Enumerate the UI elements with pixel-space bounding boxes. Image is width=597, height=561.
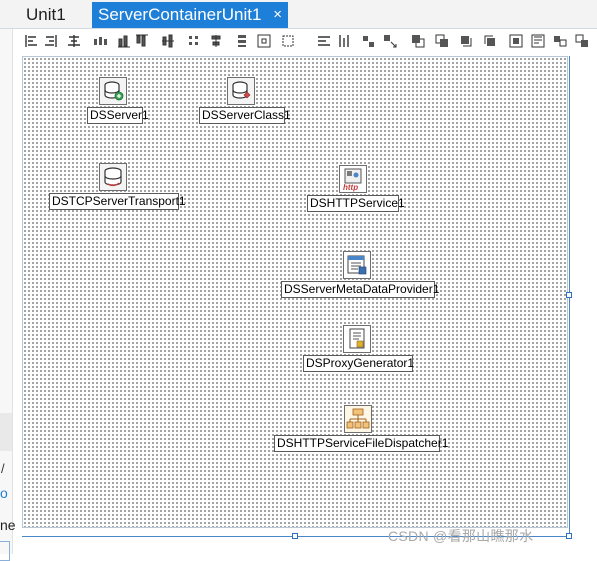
align-right-icon[interactable]	[42, 33, 58, 49]
close-icon[interactable]: ×	[273, 2, 282, 28]
creation-order-icon[interactable]	[530, 33, 546, 49]
lock-controls-icon[interactable]	[574, 33, 590, 49]
resize-handle-right[interactable]	[566, 292, 572, 298]
panel-fragment: /	[1, 461, 5, 476]
bring-to-front-icon[interactable]	[410, 33, 426, 49]
align-bottom-icon[interactable]	[116, 33, 132, 49]
component-label: DSTCPServerTransport1	[49, 193, 186, 210]
resize-handle-bottom[interactable]	[292, 533, 298, 539]
http-icon-text: http	[343, 183, 358, 192]
design-surface[interactable]: DSServer1 DSServerClass1 DSTCPServerTran…	[22, 56, 568, 528]
align-center-vertical-icon[interactable]	[208, 33, 224, 49]
watermark: CSDN @看那山瞧那水	[388, 528, 534, 544]
file-dispatcher-icon	[344, 405, 372, 433]
database-class-icon	[227, 77, 255, 105]
component-label: DSServerClass1	[199, 107, 291, 124]
tcp-transport-icon	[99, 163, 127, 191]
tab-label: Unit1	[26, 5, 66, 24]
component-label: DSProxyGenerator1	[303, 355, 414, 372]
panel-strip	[0, 413, 12, 451]
same-width-icon[interactable]	[316, 33, 332, 49]
same-size-icon[interactable]	[360, 33, 376, 49]
size-to-grid-icon[interactable]	[280, 33, 296, 49]
space-equal-horizontal-icon[interactable]	[92, 33, 108, 49]
http-service-icon: http	[339, 165, 367, 193]
alignment-toolbar	[20, 29, 597, 55]
space-equal-vertical-icon[interactable]	[234, 33, 250, 49]
panel-link-fragment[interactable]: o	[0, 485, 8, 501]
metadata-provider-icon	[343, 251, 371, 279]
flip-children-icon[interactable]	[552, 33, 568, 49]
component-label: DSServer1	[87, 107, 149, 124]
align-left-icon[interactable]	[24, 33, 40, 49]
component-label: DSServerMetaDataProvider1	[281, 281, 439, 298]
align-top-icon[interactable]	[134, 33, 150, 49]
left-panel-edge: / o ne	[0, 29, 16, 561]
align-center-horizontal-icon[interactable]	[66, 33, 82, 49]
center-in-window-icon[interactable]	[256, 33, 272, 49]
backward-one-icon[interactable]	[482, 33, 498, 49]
send-to-back-icon[interactable]	[434, 33, 450, 49]
component-label: DSHTTPService1	[307, 195, 405, 212]
database-server-icon	[99, 77, 127, 105]
resize-handle-corner[interactable]	[566, 533, 572, 539]
tab-unit1[interactable]: Unit1	[20, 2, 90, 28]
component-label: DSHTTPServiceFileDispatcher1	[274, 435, 448, 452]
panel-text-fragment: ne	[0, 517, 16, 533]
proxy-generator-icon	[343, 325, 371, 353]
forward-one-icon[interactable]	[458, 33, 474, 49]
align-middle-icon[interactable]	[160, 33, 176, 49]
align-to-grid-icon[interactable]	[186, 33, 202, 49]
grow-icon[interactable]	[382, 33, 398, 49]
panel-input-fragment[interactable]	[0, 541, 10, 561]
tab-server-container-unit1[interactable]: ServerContainerUnit1 ×	[92, 2, 288, 28]
tab-label: ServerContainerUnit1	[98, 5, 262, 24]
tab-bar: Unit1 ServerContainerUnit1 ×	[0, 0, 597, 29]
tab-order-icon[interactable]	[508, 33, 524, 49]
same-height-icon[interactable]	[336, 33, 352, 49]
